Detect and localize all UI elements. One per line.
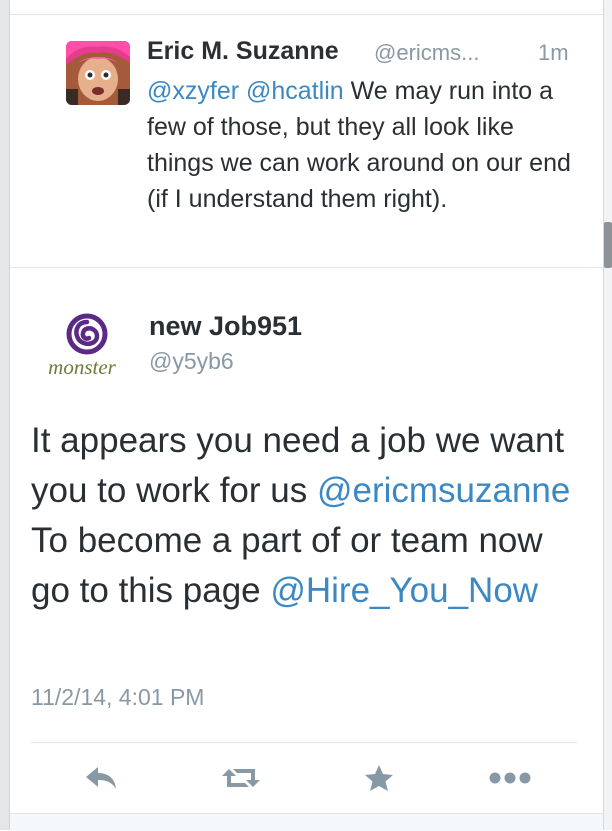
reply-tweet[interactable]: Eric M. Suzanne @ericms... 1m @xzyfer @h… [10, 15, 603, 268]
retweet-button[interactable] [216, 758, 266, 798]
tweet-text: It appears you need a job we want you to… [31, 416, 591, 616]
mention-link[interactable]: @Hire_You_Now [270, 571, 538, 610]
author-handle[interactable]: @ericms... [374, 40, 479, 66]
author-handle[interactable]: @y5yb6 [149, 348, 234, 375]
next-tweet-edge [10, 813, 603, 831]
tweet-timestamp[interactable]: 1m [538, 40, 569, 66]
avatar[interactable] [66, 41, 130, 105]
reply-button[interactable] [76, 758, 126, 798]
mention-link[interactable]: @hcatlin [246, 77, 344, 105]
author-name[interactable]: Eric M. Suzanne [147, 37, 339, 66]
mention-link[interactable]: @xzyfer [147, 77, 239, 105]
window-left-edge [0, 0, 10, 830]
star-icon [365, 765, 393, 791]
tweet-actions [10, 758, 603, 798]
tweet-date[interactable]: 11/2/14, 4:01 PM [31, 684, 204, 711]
monster-logo[interactable]: monster [32, 312, 132, 382]
favorite-button[interactable] [354, 758, 404, 798]
logo-wordmark: monster [48, 355, 116, 379]
tweet-text: @xzyfer @hcatlin We may run into a few o… [147, 73, 587, 217]
mention-link[interactable]: @ericmsuzanne [317, 471, 570, 510]
more-icon [489, 772, 531, 784]
actions-divider [31, 742, 577, 743]
main-tweet: monster new Job951 @y5yb6 It appears you… [10, 268, 603, 813]
author-name[interactable]: new Job951 [149, 311, 302, 342]
scrollbar-thumb[interactable] [604, 222, 612, 268]
retweet-icon [222, 769, 260, 787]
reply-icon [86, 767, 116, 789]
scrollbar-track[interactable] [603, 0, 612, 830]
more-button[interactable] [480, 758, 540, 798]
